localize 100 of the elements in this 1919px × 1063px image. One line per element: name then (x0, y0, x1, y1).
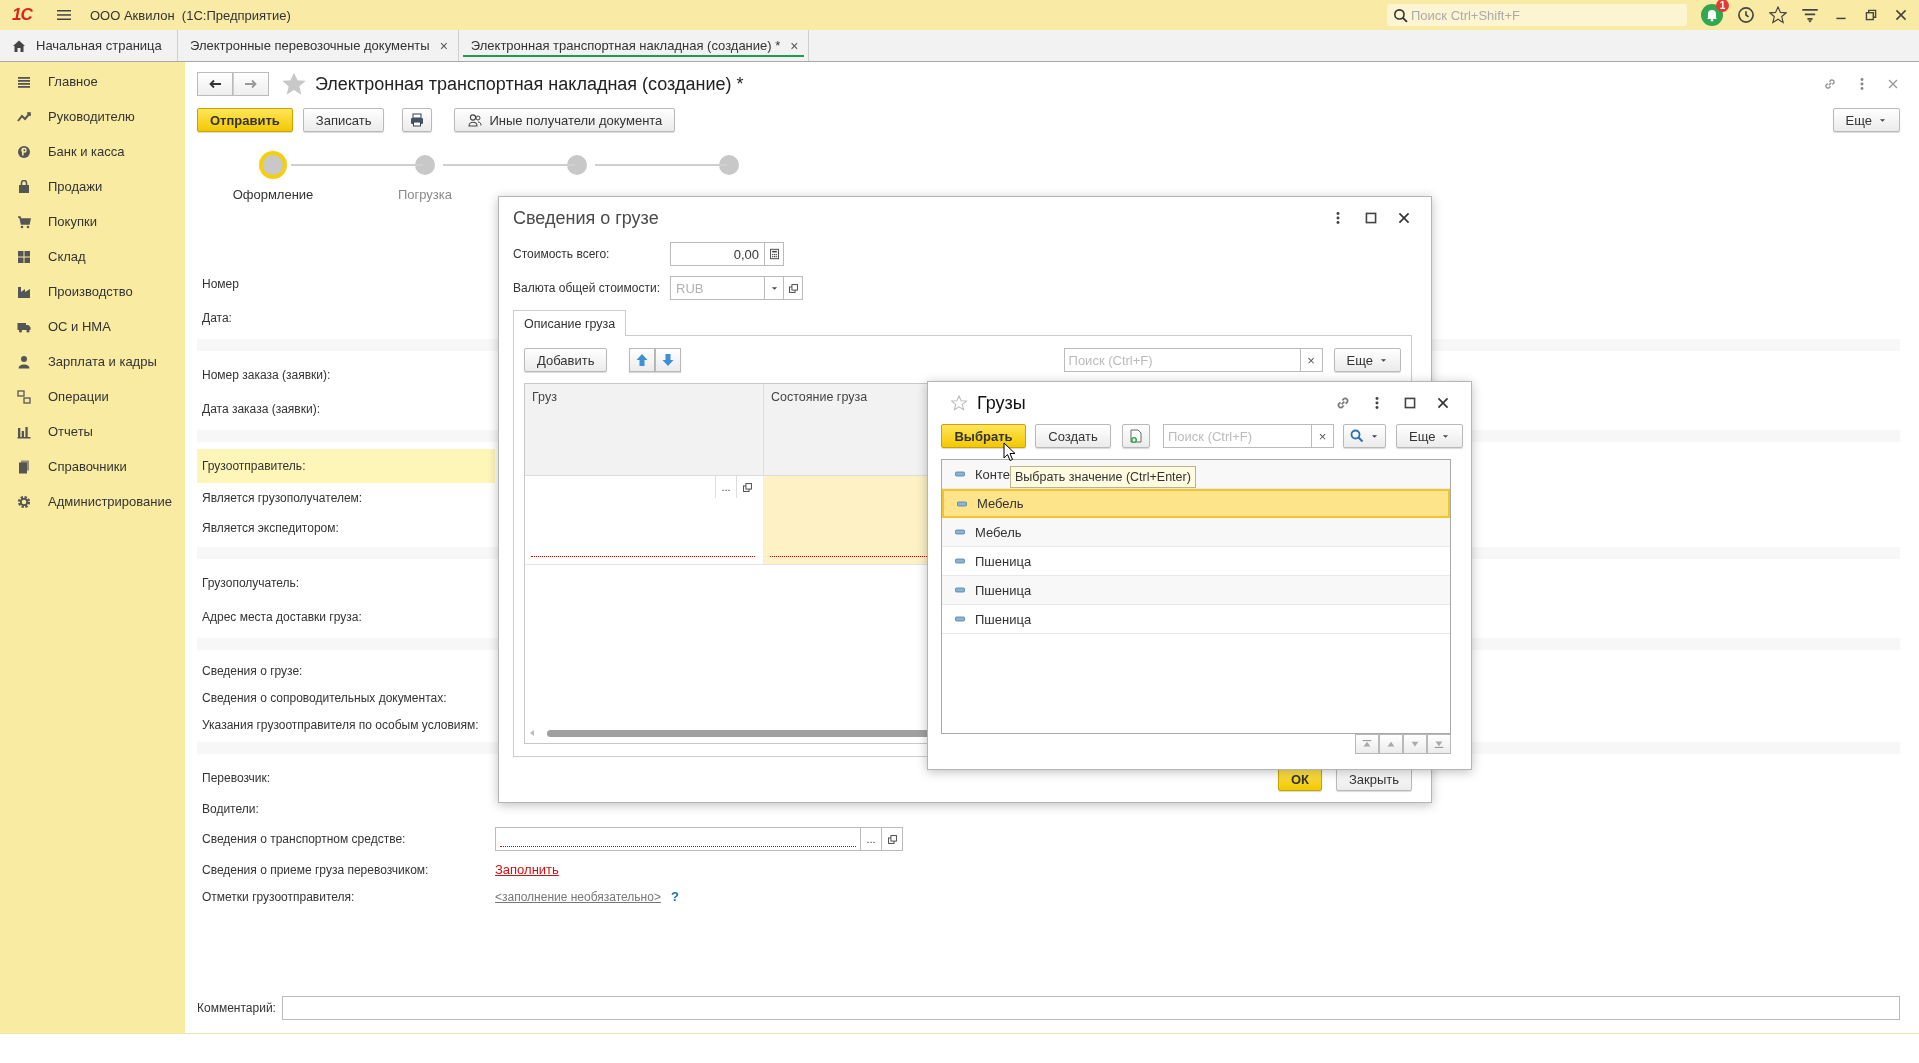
step-marker[interactable] (719, 155, 739, 175)
clear-button[interactable]: × (1312, 424, 1334, 448)
more-button[interactable]: Еще (1396, 424, 1464, 448)
ledger-icon (17, 389, 31, 404)
dialog-title: Сведения о грузе (513, 207, 659, 229)
sidebar-item[interactable]: Покупки (0, 204, 185, 239)
people-icon (467, 113, 484, 127)
field-label: Сведения о транспортном средстве: (201, 831, 407, 848)
sidebar-item[interactable]: Справочники (0, 449, 185, 484)
more-button[interactable]: Еще (1333, 348, 1401, 372)
sidebar-item[interactable]: Администрирование (0, 484, 185, 519)
bar-chart-icon (17, 424, 31, 439)
save-button[interactable]: Записать (302, 108, 385, 132)
maximize-icon[interactable] (1363, 210, 1379, 226)
list-item[interactable]: Мебель (942, 518, 1450, 547)
move-up-button[interactable] (629, 348, 656, 372)
clear-button[interactable]: × (1300, 348, 1323, 372)
choose-button[interactable]: Выбрать (941, 424, 1026, 448)
filter-icon[interactable] (1801, 6, 1819, 24)
factory-icon (17, 284, 31, 299)
move-down-button[interactable] (655, 348, 682, 372)
sidebar-item[interactable]: Главное (0, 64, 185, 99)
sidebar-item[interactable]: Операции (0, 379, 185, 414)
favorite-star-icon[interactable] (951, 395, 967, 411)
select-button[interactable]: ... (715, 476, 736, 498)
settings-icon (17, 494, 31, 509)
coin-icon (17, 144, 31, 159)
search-field[interactable]: Поиск (Ctrl+F) (1163, 424, 1312, 448)
app-title: ООО Аквилон (1С:Предприятие) (90, 7, 291, 23)
fill-link[interactable]: Заполнить (495, 862, 559, 877)
sidebar-item[interactable]: ОС и НМА (0, 309, 185, 344)
bell-icon (1705, 8, 1719, 22)
list-item[interactable]: Пшеница (942, 576, 1450, 605)
input-field[interactable]: 0,00 (670, 242, 765, 266)
menu-icon[interactable] (56, 8, 72, 22)
field-label: Стоимость всего: (513, 247, 611, 261)
close-icon[interactable] (1396, 210, 1412, 226)
tab[interactable]: Начальная страница (0, 30, 178, 61)
open-button[interactable] (882, 827, 903, 851)
calculator-button[interactable] (765, 242, 784, 266)
close-icon[interactable] (1435, 395, 1451, 411)
sidebar-item[interactable]: Банк и касса (0, 134, 185, 169)
step-marker[interactable] (567, 155, 587, 175)
open-icon (787, 282, 799, 294)
step-marker[interactable] (415, 155, 435, 175)
close-icon[interactable] (1893, 7, 1909, 23)
app-logo: 1С (12, 5, 34, 25)
dash-icon (955, 616, 965, 622)
forward-arrow-icon (244, 77, 258, 91)
select-button[interactable]: ... (861, 827, 882, 851)
sidebar-item[interactable]: Зарплата и кадры (0, 344, 185, 379)
close-button[interactable]: × (439, 37, 448, 54)
recipients-button[interactable]: Иные получатели документа (454, 108, 676, 132)
sidebar-item[interactable]: Отчеты (0, 414, 185, 449)
star-icon[interactable] (1769, 6, 1787, 24)
back-button[interactable] (197, 72, 233, 96)
favorite-star-icon[interactable] (283, 73, 305, 95)
input-field[interactable] (495, 827, 861, 851)
print-button[interactable] (402, 108, 433, 132)
grid-icon (17, 249, 31, 264)
optional-link[interactable]: <заполнение необязательно> (495, 889, 661, 904)
sidebar-item[interactable]: Склад (0, 239, 185, 274)
bag-icon (17, 179, 31, 194)
search-field[interactable]: Поиск Ctrl+Shift+F (1387, 4, 1687, 26)
printer-icon (409, 113, 426, 127)
maximize-icon[interactable] (1402, 395, 1418, 411)
sidebar-item[interactable]: Производство (0, 274, 185, 309)
scroll-button[interactable] (1427, 734, 1451, 754)
tab[interactable]: Описание груза (513, 310, 627, 336)
restore-icon[interactable] (1863, 7, 1879, 23)
search-button[interactable] (1343, 424, 1386, 448)
help-link[interactable]: ? (670, 889, 679, 904)
scroll-button[interactable] (1355, 734, 1379, 754)
open-button[interactable] (784, 276, 803, 300)
link-icon[interactable] (1822, 76, 1838, 92)
notification-badge: 1 (1716, 0, 1729, 12)
history-icon[interactable] (1737, 6, 1755, 24)
comment-field[interactable] (281, 996, 1900, 1020)
close-button[interactable]: × (790, 37, 799, 54)
list-item[interactable]: Пшеница (942, 605, 1450, 634)
create-button[interactable]: Создать (1035, 424, 1111, 448)
list-item[interactable]: Мебель (942, 489, 1450, 518)
copy-button[interactable] (1122, 424, 1150, 448)
add-button[interactable]: Добавить (524, 348, 608, 372)
more-button[interactable]: Еще (1832, 108, 1900, 132)
column-header[interactable]: Груз (525, 384, 764, 475)
first-icon (1361, 738, 1373, 750)
field-label: Указания грузоотправителя по особым условиям: (201, 716, 480, 734)
field-label: Является грузополучателем: (201, 490, 364, 507)
tab[interactable]: Электронная транспортная накладная (создание) * × (458, 30, 810, 61)
sidebar-item[interactable]: Продажи (0, 169, 185, 204)
field-label: Валюта общей стоимости: (513, 281, 661, 295)
send-button[interactable]: Отправить (197, 108, 293, 132)
open-icon (886, 833, 898, 845)
list-icon (17, 74, 31, 89)
step-marker[interactable] (259, 151, 287, 179)
sidebar-item[interactable]: Руководителю (0, 99, 185, 134)
tab[interactable]: Электронные перевозочные документы × (178, 30, 459, 61)
search-field[interactable]: Поиск (Ctrl+F) (1063, 348, 1301, 372)
field-label: Является экспедитором: (201, 520, 340, 537)
